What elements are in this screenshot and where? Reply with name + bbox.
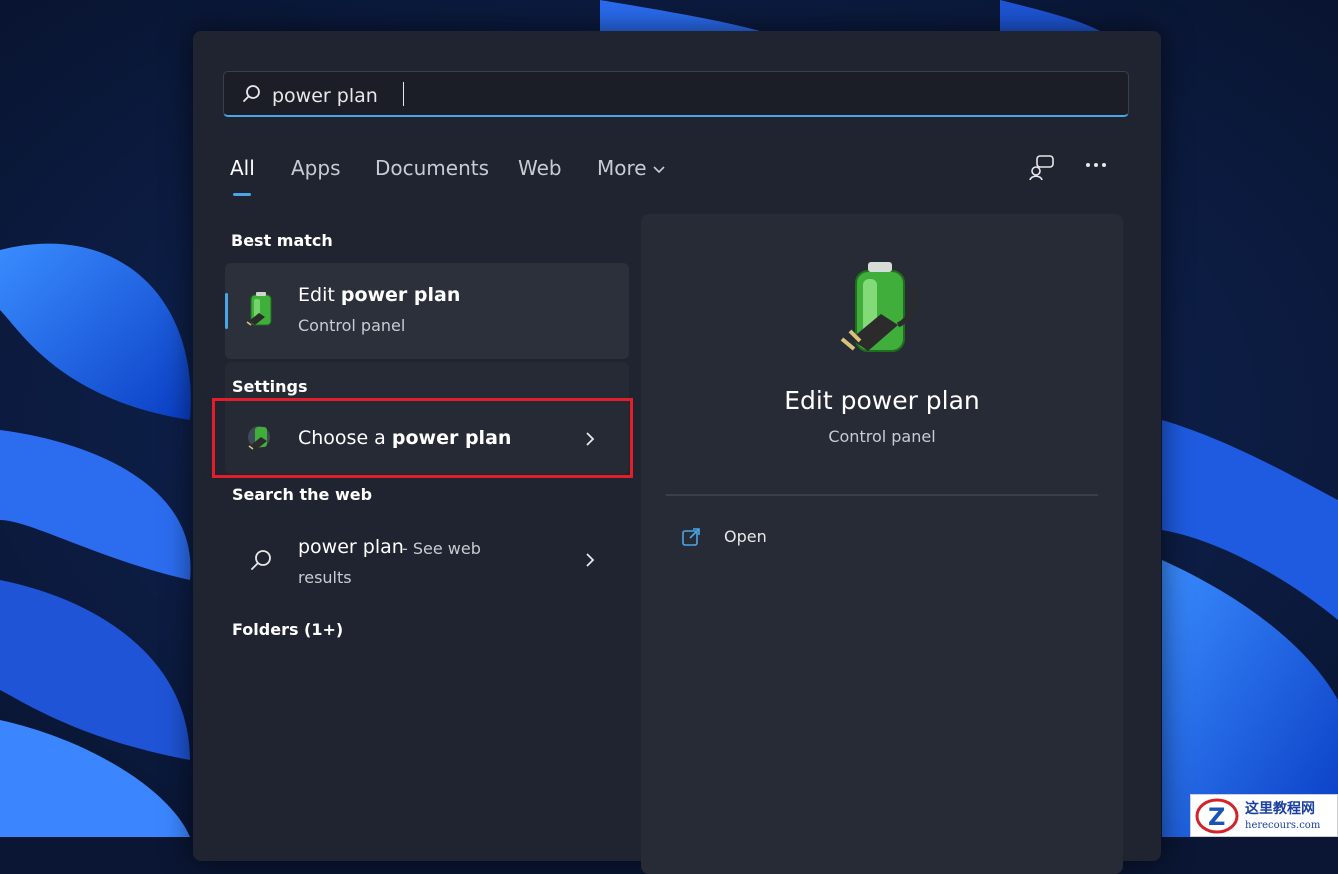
tab-more[interactable]: More — [597, 156, 665, 180]
tab-all[interactable]: All — [230, 156, 255, 180]
z-logo-icon: Z — [1195, 798, 1239, 834]
open-action[interactable]: Open — [666, 519, 866, 555]
more-options-icon[interactable] — [1085, 161, 1107, 169]
preview-divider — [666, 494, 1098, 496]
web-result-query: power plan — [298, 536, 404, 558]
text-caret — [403, 82, 404, 106]
search-input[interactable]: power plan — [223, 71, 1129, 117]
highlight-annotation-box — [212, 398, 633, 478]
power-plan-battery-icon — [246, 292, 272, 326]
tab-apps[interactable]: Apps — [291, 156, 341, 180]
chevron-down-icon — [653, 165, 665, 173]
start-search-panel: power plan All Apps Documents Web More B… — [193, 31, 1161, 874]
search-query-text: power plan — [272, 85, 378, 107]
preview-pane: Edit power plan Control panel Open — [641, 214, 1123, 874]
best-match-header: Best match — [231, 231, 333, 250]
watermark-cn: 这里教程网 — [1245, 801, 1315, 817]
web-result-suffix: - See web — [402, 539, 481, 558]
active-tab-indicator — [233, 193, 251, 196]
chevron-right-icon — [586, 553, 595, 567]
web-result-suffix-line2: results — [298, 568, 352, 587]
tab-documents[interactable]: Documents — [375, 156, 489, 180]
open-external-icon — [682, 528, 700, 546]
open-label: Open — [724, 527, 767, 546]
best-match-title: Edit power plan — [298, 284, 460, 306]
search-web-header: Search the web — [232, 485, 373, 504]
search-icon — [243, 85, 260, 102]
site-watermark-logo: Z 这里教程网 herecours.com — [1190, 794, 1338, 837]
settings-header: Settings — [232, 377, 308, 396]
preview-subtitle: Control panel — [828, 427, 936, 446]
watermark-site: herecours.com — [1245, 820, 1321, 831]
preview-title: Edit power plan — [784, 386, 980, 415]
best-match-subtitle: Control panel — [298, 316, 406, 335]
folders-header[interactable]: Folders (1+) — [232, 620, 343, 639]
best-match-result[interactable] — [225, 263, 629, 359]
search-icon — [251, 550, 271, 570]
power-plan-battery-icon — [840, 262, 917, 352]
selection-accent — [225, 293, 228, 329]
tab-more-label: More — [597, 156, 647, 180]
feedback-icon[interactable] — [1028, 153, 1056, 181]
best-match-title-bold: power plan — [340, 284, 461, 306]
svg-text:Z: Z — [1208, 803, 1225, 831]
tab-web[interactable]: Web — [518, 156, 562, 180]
best-match-title-prefix: Edit — [298, 284, 341, 306]
